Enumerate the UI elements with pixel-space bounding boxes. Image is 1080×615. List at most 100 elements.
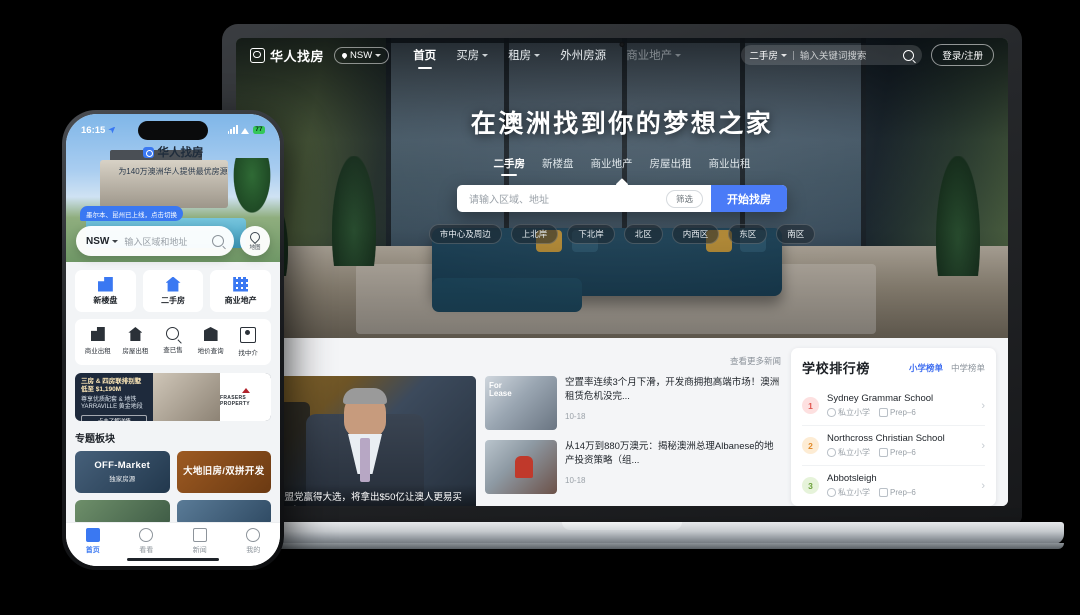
school-name: Sydney Grammar School: [827, 393, 934, 404]
login-button[interactable]: 登录/注册: [931, 44, 994, 66]
school-type: 私立小学: [838, 488, 870, 497]
category-land-price[interactable]: 地价查询: [192, 327, 230, 357]
school-panel-header: 学校排行榜 小学榜单 中学榜单: [802, 358, 985, 377]
logo-mark-icon: [142, 146, 154, 158]
tab-label: 看看: [139, 546, 154, 554]
category-new-developments[interactable]: 新楼盘: [75, 270, 136, 312]
state-selector[interactable]: NSW: [334, 46, 390, 64]
hero-tab-rent[interactable]: 房屋出租: [650, 156, 692, 171]
school-grades: Prep–6: [890, 408, 916, 417]
tab-home[interactable]: 首页: [66, 527, 120, 555]
tab-secondary-school[interactable]: 中学榜单: [951, 362, 985, 374]
nav-label: 商业地产: [626, 50, 673, 62]
tab-profile[interactable]: 我的: [227, 527, 281, 555]
person-icon: [246, 527, 261, 542]
region-chip[interactable]: 北区: [623, 224, 663, 244]
topic-card-development[interactable]: 大地旧房/双拼开发: [176, 451, 271, 493]
category-find-agent[interactable]: 找中介: [229, 327, 267, 357]
nav-item-interstate[interactable]: 外州房源: [560, 47, 606, 63]
topic-card-offmarket[interactable]: OFF-Market 独家房源: [75, 451, 170, 493]
category-sold[interactable]: 查已售: [154, 327, 192, 357]
search-type-selector[interactable]: 二手房: [749, 48, 787, 62]
hero-title: 在澳洲找到你的梦想之家: [470, 110, 774, 138]
search-icon[interactable]: [212, 235, 224, 247]
grade-icon: [879, 448, 888, 457]
nav-item-rent[interactable]: 租房: [508, 47, 541, 63]
hero-tab-commercial-rent[interactable]: 商业出租: [709, 156, 751, 171]
nav-item-commercial[interactable]: 商业地产: [626, 47, 682, 63]
ad-image: [153, 373, 221, 421]
school-list-item[interactable]: 3 Abbotsleigh 私立小学 Prep–6 ›: [802, 466, 985, 505]
state-switch-tooltip[interactable]: 墨尔本、昆州已上线，点击切换: [80, 206, 183, 221]
category-label: 商业地产: [224, 295, 257, 305]
building-icon: [97, 276, 113, 292]
school-list-item[interactable]: 2 Northcross Christian School 私立小学 Prep–…: [802, 426, 985, 466]
site-logo[interactable]: 华人找房: [250, 46, 324, 65]
cellular-signal-icon: [227, 125, 238, 134]
chevron-right-icon: ›: [981, 399, 985, 412]
phone-search-bar[interactable]: NSW 输入区域和地址: [76, 226, 234, 256]
news-item-title: 从14万到880万澳元：揭秘澳洲总理Albanese的地产投资策略（组...: [565, 441, 774, 467]
news-thumbnail: [485, 440, 557, 494]
hero-tab-secondhand[interactable]: 二手房: [494, 156, 526, 171]
category-commercial[interactable]: 商业地产: [210, 270, 272, 312]
house-icon: [165, 276, 181, 292]
region-chip[interactable]: 东区: [728, 224, 768, 244]
phone-screen: 华人找房 为140万澳洲华人提供最优房源 墨尔本、昆州已上线，点击切换 16:1…: [66, 114, 280, 566]
ad-title: 三房 & 四房联排别墅 低至 $1,190M: [81, 378, 142, 394]
category-secondhand[interactable]: 二手房: [142, 270, 204, 312]
category-label: 查已售: [163, 347, 183, 354]
news-body: 如果联盟党赢得大选，将拿出$50亿让澳人更易买房（组图） 空置率连续3个月下滑，…: [248, 376, 781, 506]
topic-card[interactable]: [176, 500, 271, 522]
start-search-button[interactable]: 开始找房: [711, 185, 787, 212]
school-list-item[interactable]: 1 Sydney Grammar School 私立小学 Prep–6 ›: [802, 386, 985, 426]
state-label: NSW: [350, 49, 373, 61]
hero-search-input[interactable]: 请输入区域、地址: [457, 191, 666, 206]
tab-explore[interactable]: 看看: [120, 527, 174, 555]
tab-primary-school[interactable]: 小学榜单: [909, 362, 943, 374]
news-list: 空置率连续3个月下滑，开发商拥抱高端市场！澳洲租赁危机没完... 10-18 从…: [485, 376, 781, 506]
laptop-screen: 华人找房 NSW 首页 买房 租房 外州房源 商业地产 二手房 输入关键词搜索 …: [236, 38, 1008, 506]
news-list-item[interactable]: 从14万到880万澳元：揭秘澳洲总理Albanese的地产投资策略（组... 1…: [485, 440, 781, 494]
main-menu: 首页 买房 租房 外州房源 商业地产: [413, 47, 682, 63]
hero-tab-new[interactable]: 新楼盘: [542, 156, 574, 171]
region-chip[interactable]: 市中心及周边: [428, 224, 502, 244]
tab-news[interactable]: 新闻: [173, 527, 227, 555]
secondary-category-row: 商业出租 房屋出租 查已售 地价查询 找中介: [75, 319, 271, 365]
phone-search-input[interactable]: 输入区域和地址: [124, 235, 206, 248]
search-input[interactable]: 输入关键词搜索: [800, 48, 897, 62]
laptop-lid: 华人找房 NSW 首页 买房 租房 外州房源 商业地产 二手房 输入关键词搜索 …: [222, 24, 1022, 524]
rank-badge: 2: [802, 437, 819, 454]
phone-state-label: NSW: [86, 235, 110, 247]
filter-button[interactable]: 筛选: [665, 189, 703, 208]
ad-sponsor-name: FRASERS PROPERTY: [220, 394, 250, 407]
category-house-rent[interactable]: 房屋出租: [117, 327, 155, 357]
region-chip[interactable]: 下北岸: [567, 224, 615, 244]
header-search[interactable]: 二手房 输入关键词搜索: [741, 45, 923, 65]
location-pin-icon: [340, 51, 349, 59]
advertisement-banner[interactable]: 三房 & 四房联排别墅 低至 $1,190M 尊享优质配套 & 地铁 YARRA…: [75, 373, 271, 421]
news-item-date: 10-18: [565, 475, 586, 485]
ad-cta-button[interactable]: 点击了解详情: [81, 414, 148, 421]
phone-logo: 华人找房: [142, 144, 204, 160]
search-icon: [166, 327, 180, 340]
region-chip[interactable]: 南区: [776, 224, 816, 244]
news-thumbnail: [485, 376, 557, 430]
map-button[interactable]: 地图: [240, 226, 270, 256]
hero-tab-commercial[interactable]: 商业地产: [591, 156, 633, 171]
category-label: 房屋出租: [122, 348, 149, 355]
region-chip[interactable]: 上北岸: [510, 224, 559, 244]
nav-item-home[interactable]: 首页: [413, 47, 436, 63]
home-icon: [85, 527, 100, 542]
news-list-item[interactable]: 空置率连续3个月下滑，开发商拥抱高端市场！澳洲租赁危机没完... 10-18: [485, 376, 781, 430]
category-label: 二手房: [161, 295, 185, 305]
search-icon[interactable]: [903, 49, 915, 61]
topic-card[interactable]: [75, 500, 170, 522]
divider: [792, 50, 794, 60]
region-chip[interactable]: 内西区: [671, 224, 720, 244]
news-more-link[interactable]: 查看更多新闻: [730, 355, 781, 367]
category-commercial-lease[interactable]: 商业出租: [79, 327, 117, 357]
nav-item-buy[interactable]: 买房: [456, 47, 489, 63]
phone-state-selector[interactable]: NSW: [86, 235, 119, 247]
school-tabs: 小学榜单 中学榜单: [909, 362, 985, 374]
